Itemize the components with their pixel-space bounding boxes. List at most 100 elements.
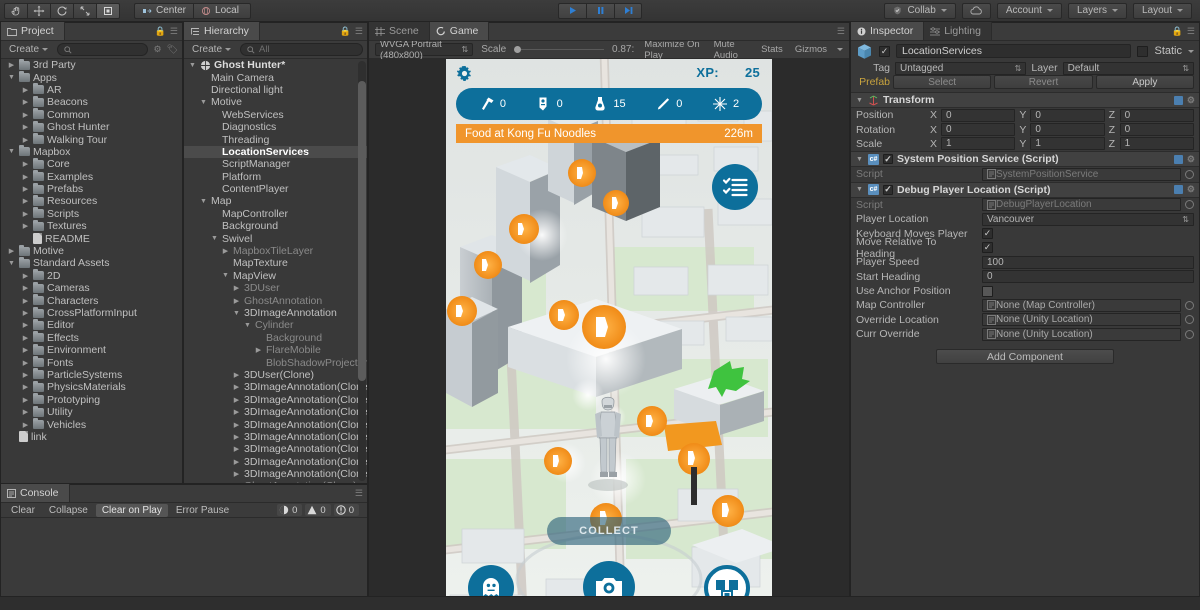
tab-inspector[interactable]: Inspector: [851, 22, 925, 40]
chevron-right-icon[interactable]: ▶: [254, 346, 263, 354]
hierarchy-tree-row[interactable]: ▶ 3DImageAnnotation(Clone: [184, 468, 367, 480]
chevron-right-icon[interactable]: ▶: [232, 297, 241, 305]
chevron-right-icon[interactable]: ▶: [21, 173, 30, 181]
axis-x-input[interactable]: 0: [941, 108, 1016, 122]
chevron-right-icon[interactable]: ▶: [21, 321, 30, 329]
panel-menu-icon[interactable]: ☰: [355, 27, 363, 36]
chevron-down-icon[interactable]: ▼: [243, 322, 252, 329]
property-dropdown[interactable]: Vancouver ⇅: [982, 212, 1194, 226]
tab-lighting[interactable]: Lighting: [924, 22, 992, 40]
collab-button[interactable]: Collab: [884, 2, 956, 19]
chevron-down-icon[interactable]: ▼: [221, 272, 230, 279]
tab-game[interactable]: Game: [429, 22, 490, 40]
property-text-input[interactable]: 0: [982, 270, 1194, 284]
hierarchy-tree-row[interactable]: ContentPlayer: [184, 183, 367, 195]
step-button[interactable]: [614, 2, 642, 19]
component-header[interactable]: ▼ c# ✓ System Position Service (Script) ⚙: [851, 151, 1199, 168]
project-tree-row[interactable]: ▶ Prototyping: [1, 393, 182, 406]
project-create-button[interactable]: Create: [5, 43, 52, 56]
chevron-right-icon[interactable]: ▶: [21, 309, 30, 317]
scale-slider-track[interactable]: [521, 49, 605, 50]
hierarchy-create-button[interactable]: Create: [188, 43, 235, 56]
project-tree-row[interactable]: ▶ Beacons: [1, 95, 182, 108]
inventory-item-scroll[interactable]: 0: [536, 96, 563, 112]
axis-y-input[interactable]: 0: [1030, 108, 1105, 122]
tag-dropdown[interactable]: Untagged ⇅: [895, 61, 1027, 75]
chevron-down-icon[interactable]: ▼: [855, 186, 864, 193]
object-picker-icon[interactable]: [1185, 315, 1194, 325]
axis-x-input[interactable]: 1: [941, 137, 1016, 151]
account-button[interactable]: Account: [996, 2, 1062, 19]
chevron-down-icon[interactable]: [837, 48, 844, 51]
chevron-down-icon[interactable]: ▼: [199, 99, 208, 106]
rect-tool-button[interactable]: [96, 2, 120, 19]
chevron-right-icon[interactable]: ▶: [232, 371, 241, 379]
hierarchy-tree-row[interactable]: ▶ 3DImageAnnotation(Clone: [184, 431, 367, 443]
component-header[interactable]: ▼ c# ✓ Debug Player Location (Script) ⚙: [851, 181, 1199, 198]
chevron-right-icon[interactable]: ▶: [232, 421, 241, 429]
maximize-on-play-toggle[interactable]: Maximize On Play: [642, 41, 703, 61]
hierarchy-row-selected[interactable]: LocationServices: [184, 145, 367, 159]
object-name-field[interactable]: LocationServices: [896, 44, 1132, 58]
hierarchy-tree-row[interactable]: Diagnostics: [184, 121, 367, 133]
pivot-mode-button[interactable]: Center: [134, 2, 194, 19]
chevron-right-icon[interactable]: ▶: [21, 86, 30, 94]
project-tree-row[interactable]: ▶ ParticleSystems: [1, 368, 182, 381]
object-enabled-checkbox[interactable]: ✓: [879, 45, 890, 57]
gear-icon[interactable]: ⚙: [1187, 154, 1195, 164]
project-tree-row[interactable]: ▶ Textures: [1, 219, 182, 232]
hierarchy-tree-row[interactable]: ▼ MapView: [184, 270, 367, 282]
prefab-select-button[interactable]: Select: [893, 75, 992, 89]
tab-project[interactable]: Project: [1, 22, 65, 40]
chevron-right-icon[interactable]: ▶: [21, 160, 30, 168]
help-icon[interactable]: [1173, 95, 1183, 105]
quest-list-button[interactable]: [712, 164, 758, 210]
scale-tool-button[interactable]: [73, 2, 96, 19]
chevron-right-icon[interactable]: ▶: [21, 210, 30, 218]
hierarchy-tree-row[interactable]: ▶ 3DUser(Clone): [184, 369, 367, 381]
layer-dropdown[interactable]: Default ⇅: [1062, 61, 1195, 75]
hierarchy-scroll-thumb[interactable]: [358, 81, 366, 381]
project-tree-row[interactable]: README: [1, 232, 182, 245]
project-tree-row[interactable]: ▶ Resources: [1, 194, 182, 207]
property-checkbox[interactable]: [982, 285, 993, 297]
project-tree-row[interactable]: ▶ PhysicsMaterials: [1, 380, 182, 393]
tab-hierarchy[interactable]: Hierarchy: [184, 22, 260, 40]
chevron-right-icon[interactable]: ▶: [21, 334, 30, 342]
axis-x-input[interactable]: 0: [941, 123, 1016, 137]
project-tree-row[interactable]: ▶ Fonts: [1, 356, 182, 369]
chevron-down-icon[interactable]: ▼: [232, 310, 241, 317]
hierarchy-tree-row[interactable]: ▶ 3DUser: [184, 282, 367, 294]
hierarchy-tree-row[interactable]: Platform: [184, 171, 367, 183]
project-tree-row[interactable]: ▶ Common: [1, 108, 182, 121]
hierarchy-tree-row[interactable]: ▶ MapboxTileLayer: [184, 245, 367, 257]
axis-y-input[interactable]: 0: [1030, 123, 1105, 137]
chevron-right-icon[interactable]: ▶: [21, 185, 30, 193]
panel-menu-icon[interactable]: ☰: [837, 27, 845, 36]
hierarchy-tree-row[interactable]: ▼ Swivel: [184, 232, 367, 245]
favorites-icon[interactable]: ⚙: [153, 45, 161, 54]
hierarchy-tree-row[interactable]: ▶ 3DImageAnnotation(Clone: [184, 381, 367, 393]
hierarchy-tree-row[interactable]: BlobShadowProjector: [184, 356, 367, 369]
project-tree[interactable]: ▶ 3rd Party ▼ Apps ▶ AR ▶ Beacons ▶ Common ▶ Ghost …: [1, 59, 182, 483]
chevron-right-icon[interactable]: ▶: [21, 396, 30, 404]
hierarchy-tree-row[interactable]: Main Camera: [184, 71, 367, 84]
axis-z-input[interactable]: 0: [1119, 123, 1194, 137]
chevron-right-icon[interactable]: ▶: [21, 272, 30, 280]
property-text-input[interactable]: 100: [982, 255, 1194, 269]
chevron-right-icon[interactable]: ▶: [21, 123, 30, 131]
hierarchy-tree-row[interactable]: Threading: [184, 133, 367, 146]
chevron-right-icon[interactable]: ▶: [21, 222, 30, 230]
chevron-down-icon[interactable]: ▼: [210, 235, 219, 242]
tab-scene[interactable]: Scene: [369, 22, 430, 40]
hierarchy-search-input[interactable]: All: [240, 43, 363, 56]
chevron-right-icon[interactable]: ▶: [7, 247, 16, 255]
chevron-right-icon[interactable]: ▶: [232, 458, 241, 466]
property-object-field[interactable]: DebugPlayerLocation: [982, 198, 1181, 212]
hierarchy-tree-row[interactable]: ▶GhostAnnotation(Clone): [184, 480, 367, 483]
chevron-right-icon[interactable]: ▶: [232, 445, 241, 453]
component-enabled-checkbox[interactable]: ✓: [883, 154, 893, 165]
axis-z-input[interactable]: 0: [1119, 108, 1194, 122]
chevron-right-icon[interactable]: ▶: [232, 470, 241, 478]
project-tree-row[interactable]: ▼ Standard Assets: [1, 256, 182, 269]
